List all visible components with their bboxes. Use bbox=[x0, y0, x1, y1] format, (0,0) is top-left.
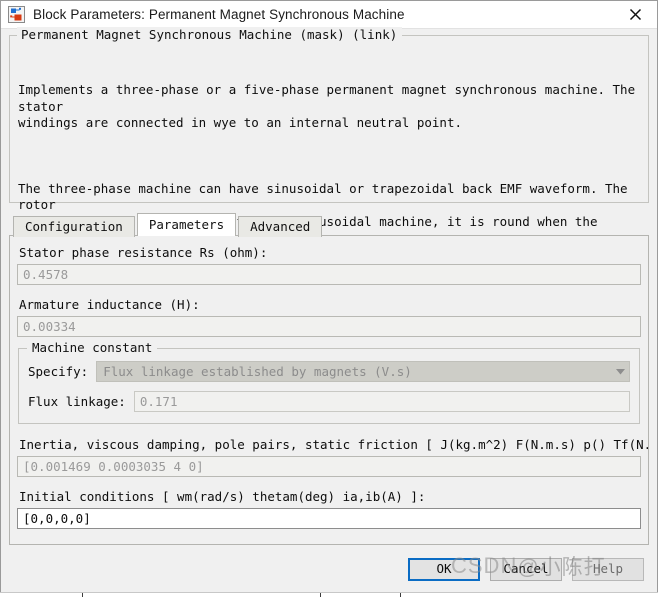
stator-resistance-input[interactable]: 0.4578 bbox=[17, 264, 641, 285]
flux-linkage-row: Flux linkage: 0.171 bbox=[28, 391, 630, 412]
inertia-label: Inertia, viscous damping, pole pairs, st… bbox=[19, 437, 649, 452]
mask-description-group: Permanent Magnet Synchronous Machine (ma… bbox=[9, 27, 649, 360]
mask-description-paragraph: Implements a three-phase or a five-phase… bbox=[18, 82, 636, 130]
specify-row: Specify: Flux linkage established by mag… bbox=[28, 361, 630, 382]
initial-conditions-label: Initial conditions [ wm(rad/s) thetam(de… bbox=[19, 489, 426, 504]
specify-dropdown-value: Flux linkage established by magnets (V.s… bbox=[103, 364, 412, 379]
tab-strip: Configuration Parameters Advanced bbox=[9, 213, 649, 237]
block-parameters-dialog: Block Parameters: Permanent Magnet Synch… bbox=[0, 0, 658, 593]
parameters-tab-panel: Stator phase resistance Rs (ohm): 0.4578… bbox=[9, 235, 649, 545]
machine-constant-group: Machine constant Specify: Flux linkage e… bbox=[18, 340, 640, 424]
cancel-button[interactable]: Cancel bbox=[490, 557, 562, 581]
stator-resistance-label: Stator phase resistance Rs (ohm): bbox=[19, 245, 268, 260]
specify-label: Specify: bbox=[28, 364, 89, 379]
initial-conditions-input[interactable]: [0,0,0,0] bbox=[17, 508, 641, 529]
window-title: Block Parameters: Permanent Magnet Synch… bbox=[33, 7, 405, 22]
tab-advanced[interactable]: Advanced bbox=[238, 216, 323, 237]
ok-button[interactable]: OK bbox=[408, 557, 480, 581]
title-bar: Block Parameters: Permanent Magnet Synch… bbox=[1, 1, 657, 29]
specify-dropdown[interactable]: Flux linkage established by magnets (V.s… bbox=[96, 361, 630, 382]
chevron-down-icon bbox=[612, 368, 629, 375]
simulink-block-icon bbox=[8, 6, 25, 23]
inertia-input[interactable]: [0.001469 0.0003035 4 0] bbox=[17, 456, 641, 477]
tab-parameters[interactable]: Parameters bbox=[136, 213, 237, 236]
tab-configuration[interactable]: Configuration bbox=[13, 216, 135, 237]
dialog-button-bar: OK Cancel Help bbox=[1, 546, 657, 592]
desktop-bottom-strip bbox=[0, 592, 658, 597]
dialog-body: Permanent Magnet Synchronous Machine (ma… bbox=[1, 27, 657, 546]
machine-constant-legend: Machine constant bbox=[27, 340, 158, 356]
flux-linkage-label: Flux linkage: bbox=[28, 394, 126, 409]
help-button[interactable]: Help bbox=[572, 557, 644, 581]
close-icon[interactable] bbox=[613, 1, 657, 28]
armature-inductance-label: Armature inductance (H): bbox=[19, 297, 200, 312]
mask-description-legend: Permanent Magnet Synchronous Machine (ma… bbox=[17, 27, 403, 43]
flux-linkage-input[interactable]: 0.171 bbox=[133, 391, 630, 412]
armature-inductance-input[interactable]: 0.00334 bbox=[17, 316, 641, 337]
